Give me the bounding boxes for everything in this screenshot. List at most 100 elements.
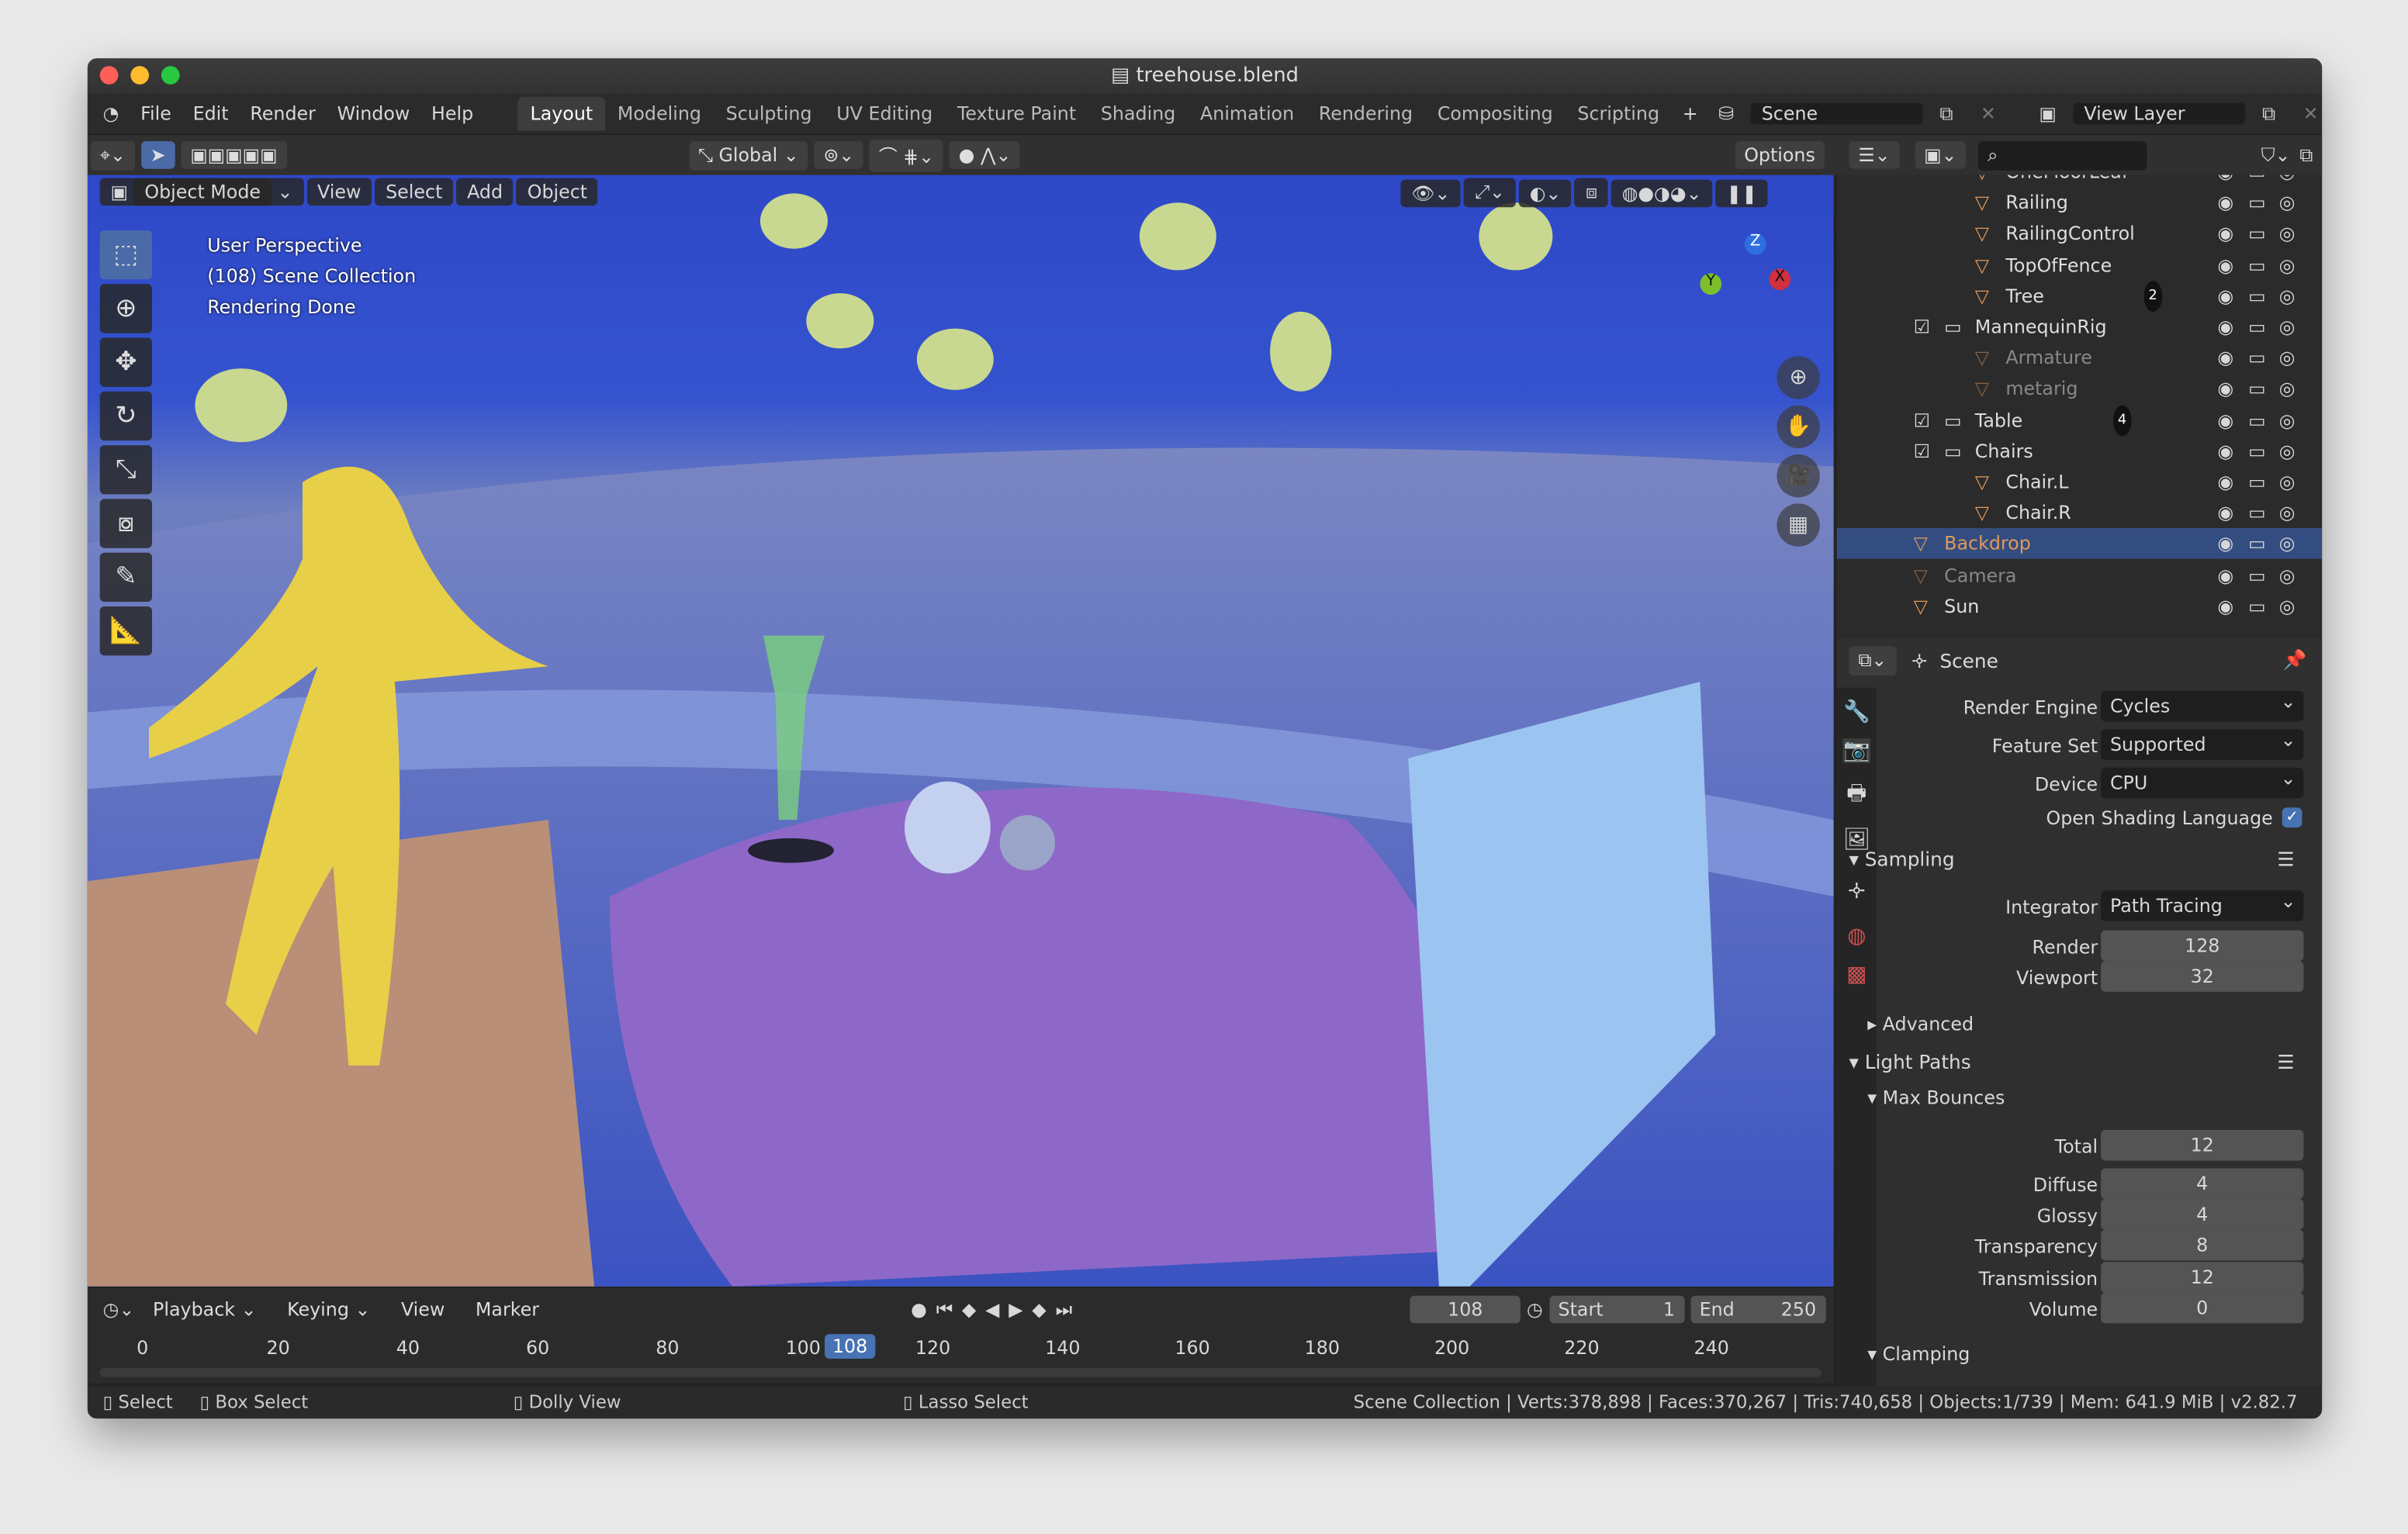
outliner-row[interactable]: ☑ ▭ Chairs ◉ ▭ ◎: [1837, 436, 2323, 467]
visibility-icon[interactable]: 👁⌄: [1400, 178, 1462, 207]
end-frame-field[interactable]: End 250: [1690, 1295, 1825, 1324]
outliner-row[interactable]: ▽ OneFloorLeaf ◉ ▭ ◎: [1837, 175, 2323, 188]
outliner-row[interactable]: ☑ ▭ Table 4 ◉ ▭ ◎: [1837, 404, 2323, 436]
tab-compositing[interactable]: Compositing: [1425, 97, 1566, 131]
frame-ruler[interactable]: 0 20 40 60 80 100 120 140 160 180 200 220 240 108: [88, 1331, 1834, 1365]
viewport-visibility-icon[interactable]: ▭: [2248, 312, 2265, 343]
tab-texture-paint[interactable]: Texture Paint: [945, 97, 1088, 131]
outliner-search-input[interactable]: ⌕: [1978, 140, 2147, 170]
bounce-field[interactable]: 4: [2101, 1168, 2304, 1200]
outliner-row[interactable]: ▽ Chair.L ◉ ▭ ◎: [1837, 467, 2323, 498]
viewport-menu-add[interactable]: Add: [456, 178, 514, 206]
bounce-field[interactable]: 12: [2101, 1261, 2304, 1293]
pivot-icon[interactable]: ⊚⌄: [814, 141, 864, 169]
pan-view-icon[interactable]: ✋: [1777, 405, 1820, 449]
render-visibility-icon[interactable]: ◎: [2279, 219, 2296, 250]
feature-set-dropdown[interactable]: Supported: [2101, 724, 2304, 760]
view-layer-icon[interactable]: ▣: [2028, 103, 2067, 125]
osl-checkbox[interactable]: ✓: [2282, 807, 2302, 828]
outliner-row[interactable]: ▽ metarig ◉ ▭ ◎: [1837, 374, 2323, 405]
collection-checkbox[interactable]: ☑: [1914, 312, 1930, 343]
render-samples-field[interactable]: 128: [2101, 930, 2304, 962]
viewport-menu-view[interactable]: View: [306, 178, 372, 206]
bounce-field[interactable]: 0: [2101, 1292, 2304, 1324]
render-visibility-icon[interactable]: ◎: [2279, 467, 2296, 498]
transform-orientation-dropdown[interactable]: ⤡ Global ⌄: [689, 140, 808, 170]
select-box-icon[interactable]: ⬚: [99, 230, 152, 280]
render-visibility-icon[interactable]: ◎: [2279, 529, 2296, 560]
shading-mode-icons[interactable]: ◍●◑◕⌄: [1611, 178, 1713, 207]
outliner-row[interactable]: ☑ ▭ MannequinRig ◉ ▭ ◎: [1837, 312, 2323, 343]
minimize-button[interactable]: [130, 66, 150, 85]
viewport-menu-object[interactable]: Object: [516, 178, 598, 206]
playback-controls[interactable]: ●⏮◆◀▶◆⏭: [911, 1298, 1081, 1322]
measure-icon[interactable]: 📐: [99, 606, 152, 656]
texture-tab-icon[interactable]: ▩: [1846, 962, 1867, 987]
viewport-visibility-icon[interactable]: ▭: [2248, 250, 2265, 281]
world-tab-icon[interactable]: ◍: [1847, 924, 1866, 949]
blender-logo-icon[interactable]: ◔: [88, 103, 130, 125]
viewport-visibility-icon[interactable]: ▭: [2248, 219, 2265, 250]
light-paths-presets-icon[interactable]: ☰: [2277, 1050, 2294, 1073]
eye-icon[interactable]: ◉: [2218, 175, 2234, 188]
viewport-visibility-icon[interactable]: ▭: [2248, 529, 2265, 560]
eye-icon[interactable]: ◉: [2218, 467, 2234, 498]
render-visibility-icon[interactable]: ◎: [2279, 281, 2296, 312]
render-visibility-icon[interactable]: ◎: [2279, 312, 2296, 343]
selection-mode-buttons[interactable]: ▣▣▣▣▣: [181, 141, 287, 169]
viewport-visibility-icon[interactable]: ▭: [2248, 281, 2265, 312]
xray-icon[interactable]: ⧈: [1575, 178, 1608, 208]
start-frame-field[interactable]: Start 1: [1548, 1295, 1684, 1324]
bounce-field[interactable]: 4: [2101, 1199, 2304, 1231]
viewport-samples-field[interactable]: 32: [2101, 961, 2304, 992]
3d-viewport[interactable]: ▣ Object Mode ⌄ View Select Add Object 👁…: [87, 174, 1834, 1287]
transform-icon[interactable]: ⧇: [99, 499, 152, 548]
eye-icon[interactable]: ◉: [2218, 498, 2234, 529]
viewport-visibility-icon[interactable]: ▭: [2248, 591, 2265, 622]
zoom-view-icon[interactable]: ⊕: [1777, 356, 1820, 399]
scene-tab-icon[interactable]: 🝊: [1848, 865, 1866, 910]
viewport-visibility-icon[interactable]: ▭: [2248, 343, 2265, 374]
tab-shading[interactable]: Shading: [1088, 97, 1188, 131]
eye-icon[interactable]: ◉: [2218, 529, 2234, 560]
viewport-visibility-icon[interactable]: ▭: [2248, 374, 2265, 405]
render-visibility-icon[interactable]: ◎: [2279, 498, 2296, 529]
perspective-toggle-icon[interactable]: ▦: [1777, 503, 1820, 547]
viewport-visibility-icon[interactable]: ▭: [2248, 560, 2265, 591]
cursor-icon[interactable]: ⊕: [99, 284, 152, 333]
presets-icon[interactable]: ☰: [2277, 848, 2294, 871]
eye-icon[interactable]: ◉: [2218, 405, 2234, 436]
eye-icon[interactable]: ◉: [2218, 250, 2234, 281]
render-visibility-icon[interactable]: ◎: [2279, 436, 2296, 467]
light-paths-panel-header[interactable]: ▾ Light Paths ☰: [1849, 1050, 2309, 1073]
viewport-visibility-icon[interactable]: ▭: [2248, 436, 2265, 467]
eye-icon[interactable]: ◉: [2218, 374, 2234, 405]
output-tab-icon[interactable]: 🖶: [1846, 777, 1867, 814]
render-visibility-icon[interactable]: ◎: [2279, 250, 2296, 281]
viewport-menu-select[interactable]: Select: [375, 178, 454, 206]
object-mode-dropdown[interactable]: ▣ Object Mode ⌄: [99, 178, 304, 206]
zoom-button[interactable]: [161, 66, 180, 85]
tool-tab-icon[interactable]: 🔧: [1843, 700, 1870, 725]
axis-z[interactable]: Z: [1744, 233, 1766, 255]
sampling-panel-header[interactable]: ▾ Sampling ☰: [1849, 848, 2309, 871]
filter-icon[interactable]: ⛉⌄: [2261, 143, 2291, 167]
editor-type-button[interactable]: ⌖⌄: [90, 140, 135, 170]
bounce-field[interactable]: 12: [2101, 1129, 2304, 1161]
pin-icon[interactable]: 📌: [2283, 648, 2307, 672]
eye-icon[interactable]: ◉: [2218, 560, 2234, 591]
viewport-visibility-icon[interactable]: ▭: [2248, 175, 2265, 188]
scene-selector[interactable]: Scene: [1750, 102, 1923, 125]
overlays-icon[interactable]: ◐⌄: [1518, 178, 1572, 207]
pause-render-icon[interactable]: ❚❚: [1715, 178, 1768, 207]
render-visibility-icon[interactable]: ◎: [2279, 343, 2296, 374]
tab-uv-editing[interactable]: UV Editing: [824, 97, 945, 131]
select-tool-icon[interactable]: ➤: [140, 141, 175, 169]
outliner-row[interactable]: ▽ Camera ◉ ▭ ◎: [1837, 560, 2323, 591]
eye-icon[interactable]: ◉: [2218, 312, 2234, 343]
render-tab-icon[interactable]: 📷: [1843, 738, 1870, 763]
move-icon[interactable]: ✥: [99, 337, 152, 387]
new-scene-icon[interactable]: ⧉: [1929, 102, 1964, 126]
tab-layout[interactable]: Layout: [517, 96, 606, 131]
tab-modeling[interactable]: Modeling: [605, 97, 714, 131]
